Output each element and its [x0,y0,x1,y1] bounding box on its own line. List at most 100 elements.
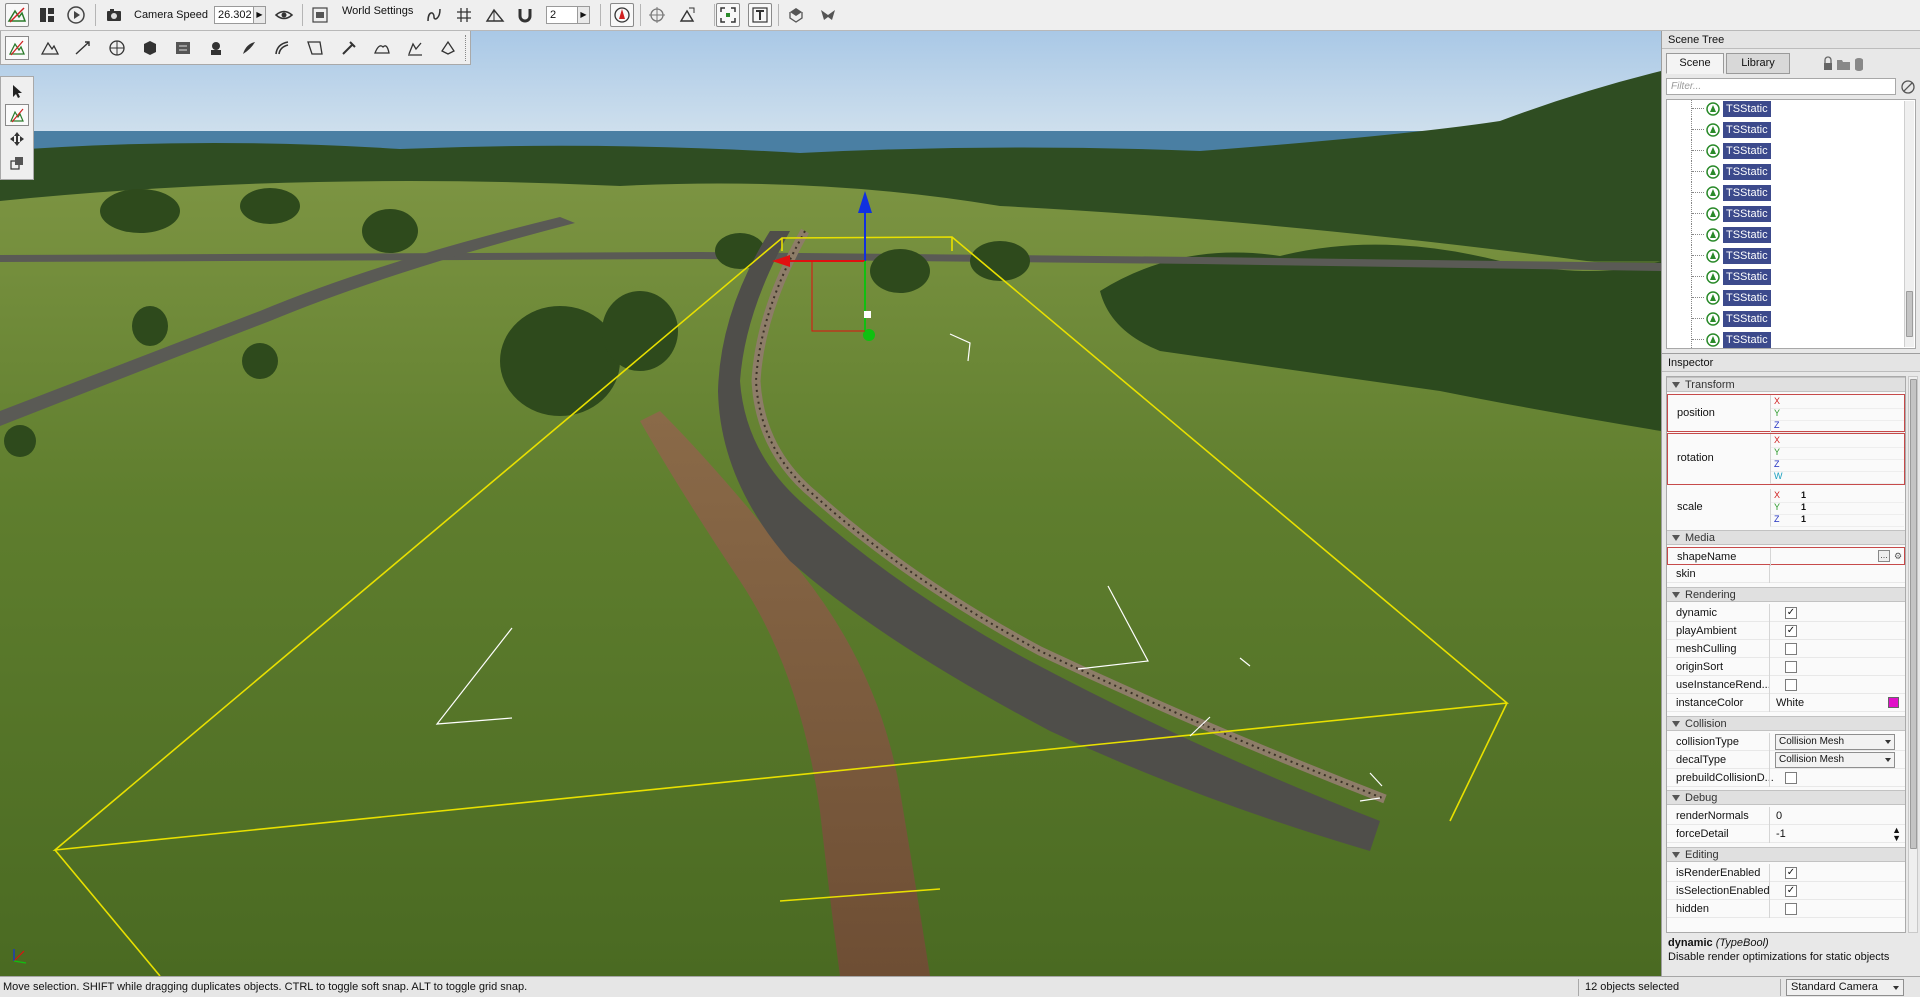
world-editor-icon[interactable] [5,3,29,27]
rotation-label: rotation [1677,452,1714,464]
scene-filter-input[interactable]: Filter... [1666,78,1896,95]
is-render-enabled-checkbox[interactable]: ✓ [1785,867,1797,879]
river-editor-icon[interactable] [237,36,261,60]
skin-input[interactable] [1769,565,1905,583]
drop-location-icon[interactable] [816,3,840,27]
play-ambient-checkbox[interactable]: ✓ [1785,625,1797,637]
decal-type-select[interactable]: Collision Mesh [1775,752,1895,768]
drop-object-icon[interactable] [784,3,808,27]
snap-settings-icon[interactable] [422,3,446,27]
play-icon[interactable] [64,3,88,27]
forest-editor-icon[interactable] [204,36,228,60]
camera-speed-arrow-icon[interactable]: ▶ [254,6,266,24]
select-arrow-icon[interactable] [5,80,29,102]
palette-grip[interactable] [465,35,468,61]
tree-item[interactable]: TSStatic [1667,224,1907,245]
world-axis-icon[interactable] [675,3,699,27]
render-normals-input[interactable]: 0 [1769,807,1905,825]
scale-z-input[interactable]: Z1 [1770,513,1904,527]
render-normals-field: renderNormals 0 [1667,807,1905,825]
instance-color-input[interactable]: White [1769,694,1905,712]
tree-item[interactable]: TSStatic [1667,182,1907,203]
tree-scrollbar-thumb[interactable] [1906,291,1913,337]
tab-scene[interactable]: Scene [1666,53,1724,74]
dynamic-checkbox[interactable]: ✓ [1785,607,1797,619]
decal-editor-icon[interactable] [138,36,162,60]
layout-icon[interactable] [35,3,59,27]
text-labels-icon[interactable] [748,3,772,27]
tree-item[interactable]: TSStatic [1667,245,1907,266]
is-selection-enabled-checkbox[interactable]: ✓ [1785,885,1797,897]
color-swatch[interactable] [1888,697,1899,708]
inspector-title: Inspector [1662,354,1920,372]
shape-tool-icon[interactable] [436,36,460,60]
selection-bounds-icon[interactable] [716,3,740,27]
road-editor-icon[interactable] [270,36,294,60]
tab-library[interactable]: Library [1726,53,1790,74]
terrain-snap-icon[interactable] [483,3,507,27]
tree-item[interactable]: TSStatic [1667,287,1907,308]
spinner-icon[interactable]: ▲ ▼ [1892,826,1901,843]
rock-tool-icon[interactable] [370,36,394,60]
camera-mode-select[interactable]: Standard Camera [1786,979,1904,996]
force-detail-input[interactable]: -1 ▲ ▼ [1769,825,1905,843]
camera-speed-input[interactable]: 26.302 [214,6,254,24]
origin-sort-checkbox[interactable] [1785,661,1797,673]
tsstatic-icon [1706,249,1720,263]
section-rendering[interactable]: Rendering [1667,587,1905,602]
scene-viewport[interactable] [0,31,1661,976]
inspector-scrollbar-thumb[interactable] [1910,379,1917,849]
shape-name-input[interactable]: … ⚙ [1770,548,1905,566]
tree-item[interactable]: TSStatic [1667,329,1907,348]
section-debug[interactable]: Debug [1667,790,1905,805]
tree-item[interactable]: TSStatic [1667,100,1907,119]
decal-road-icon[interactable] [303,36,327,60]
snap-value-arrow-icon[interactable]: ▶ [578,6,590,24]
inspector-scrollbar[interactable] [1908,376,1918,933]
visibility-eye-icon[interactable] [272,3,296,27]
collision-type-field: collisionType Collision Mesh [1667,733,1905,751]
rotate-tool-icon[interactable] [5,128,29,150]
terrain-painter-icon[interactable] [71,36,95,60]
position-z-input[interactable]: Z [1770,419,1904,433]
edit-shape-icon[interactable]: ⚙ [1892,550,1904,562]
scale-tool-icon[interactable] [5,152,29,174]
sculpt-tool-icon[interactable] [337,36,361,60]
collision-type-select[interactable]: Collision Mesh [1775,734,1895,750]
property-description: dynamic (TypeBool) Disable render optimi… [1668,937,1890,963]
collapse-arrow-icon [1672,721,1680,727]
world-settings-label[interactable]: World Settings [342,5,413,17]
section-transform[interactable]: Transform [1667,377,1905,392]
magnet-icon[interactable] [513,3,537,27]
hidden-checkbox[interactable] [1785,903,1797,915]
center-pivot-icon[interactable] [645,3,669,27]
terrain-editor-icon[interactable] [38,36,62,60]
section-media[interactable]: Media [1667,530,1905,545]
grid-snap-icon[interactable] [452,3,476,27]
tree-item[interactable]: TSStatic [1667,140,1907,161]
browse-icon[interactable]: … [1878,550,1890,562]
tree-item[interactable]: TSStatic [1667,308,1907,329]
object-snap-icon[interactable] [610,3,634,27]
scene-tree-list[interactable]: TSStatic TSStatic TSStatic TSStatic TSSt… [1666,99,1916,349]
screenshot-icon[interactable] [308,3,332,27]
tree-scrollbar[interactable] [1904,101,1914,347]
sketch-tool-icon[interactable] [403,36,427,60]
clear-filter-icon[interactable] [1900,79,1916,95]
navmesh-editor-icon[interactable] [171,36,195,60]
tree-item[interactable]: TSStatic [1667,161,1907,182]
move-tool-icon[interactable] [5,104,29,126]
object-editor-icon[interactable] [5,36,29,60]
section-editing[interactable]: Editing [1667,847,1905,862]
tree-item[interactable]: TSStatic [1667,119,1907,140]
use-instance-render-checkbox[interactable] [1785,679,1797,691]
section-collision[interactable]: Collision [1667,716,1905,731]
camera-icon[interactable] [102,3,126,27]
rotation-w-input[interactable]: W [1770,470,1904,484]
snap-value-input[interactable]: 2 [546,6,578,24]
mesh-road-icon[interactable] [105,36,129,60]
tree-item[interactable]: TSStatic [1667,266,1907,287]
mesh-culling-checkbox[interactable] [1785,643,1797,655]
prebuild-collision-checkbox[interactable] [1785,772,1797,784]
tree-item[interactable]: TSStatic [1667,203,1907,224]
